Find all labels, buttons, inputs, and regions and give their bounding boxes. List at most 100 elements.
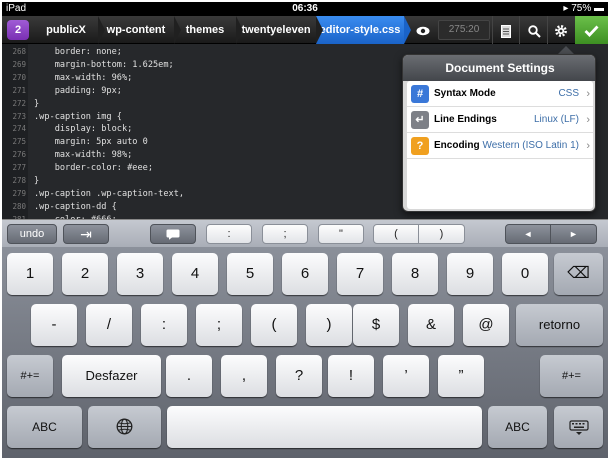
comment-icon [166, 229, 180, 240]
setting-label: Encoding [434, 140, 480, 151]
key-close-paren[interactable]: ) [306, 304, 352, 346]
eye-icon[interactable] [412, 16, 434, 44]
key-apostrophe[interactable]: ’ [383, 355, 429, 397]
setting-value: Linux (LF) [533, 114, 579, 125]
line-number: 268 [12, 47, 26, 56]
setting-row-line-endings[interactable]: ↵ Line Endings Linux (LF) › [407, 107, 593, 133]
ipad-screen: iPad 06:36 ▸ 75% ▬ 2 publicX wp-content … [2, 2, 608, 458]
return-key[interactable]: retorno [516, 304, 603, 346]
key-hyphen[interactable]: - [31, 304, 77, 346]
setting-row-syntax-mode[interactable]: # Syntax Mode CSS › [407, 81, 593, 107]
key-double-quote[interactable]: ” [438, 355, 484, 397]
chevron-right-icon: › [586, 114, 590, 126]
key-open-paren[interactable]: ( [251, 304, 297, 346]
globe-icon [116, 418, 133, 435]
line-number: 279 [12, 188, 26, 198]
code-text: border-color: #eee; [34, 163, 153, 174]
line-number: 277 [12, 163, 26, 173]
symbols-key-right[interactable]: #+= [540, 355, 603, 397]
quote-key[interactable]: " [318, 224, 364, 244]
undo-button[interactable]: undo [7, 224, 57, 244]
line-number: 269 [12, 59, 26, 69]
key-7[interactable]: 7 [337, 253, 383, 295]
line-number: 273 [12, 111, 26, 121]
chevron-right-icon: › [586, 88, 590, 100]
close-paren-key[interactable]: ) [419, 224, 465, 244]
document-settings-popover: Document Settings # Syntax Mode CSS › ↵ … [402, 54, 596, 212]
code-text: } [34, 98, 40, 109]
keyboard-accessory-bar: undo ⇥ : ; " ( ) ◄ ► [2, 219, 608, 247]
hash-icon: # [411, 85, 429, 103]
setting-row-encoding[interactable]: ? Encoding Western (ISO Latin 1) › [407, 133, 593, 159]
breadcrumb-current-file[interactable]: editor-style.css [316, 16, 411, 44]
snippet-button[interactable] [150, 224, 196, 244]
code-text: .wp-caption .wp-caption-text, [34, 188, 185, 199]
cursor-right-button[interactable]: ► [551, 224, 597, 244]
code-text: margin: 5px auto 0 [34, 137, 148, 148]
line-number: 278 [12, 176, 26, 185]
setting-value: Western (ISO Latin 1) [482, 140, 579, 151]
colon-key[interactable]: : [206, 224, 252, 244]
settings-list: # Syntax Mode CSS › ↵ Line Endings Linux… [407, 81, 593, 209]
key-5[interactable]: 5 [227, 253, 273, 295]
chevron-right-icon: › [586, 140, 590, 152]
key-8[interactable]: 8 [392, 253, 438, 295]
abc-key-right[interactable]: ABC [488, 406, 547, 448]
search-icon[interactable] [521, 16, 547, 44]
key-0[interactable]: 0 [502, 253, 548, 295]
files-badge-button[interactable]: 2 [7, 20, 29, 40]
key-period[interactable]: . [166, 355, 212, 397]
key-question[interactable]: ? [276, 355, 322, 397]
code-text: max-width: 96%; [34, 72, 133, 83]
undo-key[interactable]: Desfazer [62, 355, 161, 397]
battery-percent: 75% [571, 3, 592, 14]
popover-title: Document Settings [403, 55, 595, 81]
key-dollar[interactable]: $ [353, 304, 399, 346]
key-9[interactable]: 9 [447, 253, 493, 295]
breadcrumb-wp-content[interactable]: wp-content [98, 16, 181, 44]
cursor-position: 275:20 [438, 20, 490, 40]
key-4[interactable]: 4 [172, 253, 218, 295]
backspace-key[interactable]: ⌫ [554, 253, 603, 295]
key-6[interactable]: 6 [282, 253, 328, 295]
key-slash[interactable]: / [86, 304, 132, 346]
nav-bar: 2 publicX wp-content themes twentyeleven… [2, 16, 608, 44]
code-text: max-width: 98%; [34, 150, 133, 161]
open-paren-key[interactable]: ( [373, 224, 419, 244]
clock: 06:36 [292, 3, 318, 14]
breadcrumb-themes[interactable]: themes [174, 16, 243, 44]
key-2[interactable]: 2 [62, 253, 108, 295]
breadcrumb-publicx[interactable]: publicX [34, 16, 105, 44]
line-number: 275 [12, 137, 26, 147]
code-text: display: block; [34, 124, 133, 135]
code-text: .wp-caption img { [34, 111, 122, 122]
globe-key[interactable] [88, 406, 161, 448]
key-3[interactable]: 3 [117, 253, 163, 295]
space-bar[interactable] [167, 406, 482, 448]
key-at[interactable]: @ [463, 304, 509, 346]
key-ampersand[interactable]: & [408, 304, 454, 346]
question-icon: ? [411, 137, 429, 155]
setting-label: Line Endings [434, 114, 497, 125]
key-comma[interactable]: , [221, 355, 267, 397]
line-number: 271 [12, 85, 26, 95]
document-icon[interactable] [494, 16, 518, 44]
key-1[interactable]: 1 [7, 253, 53, 295]
return-icon: ↵ [411, 111, 429, 129]
symbols-key[interactable]: #+= [7, 355, 53, 397]
onscreen-keyboard: 1 2 3 4 5 6 7 8 9 0 ⌫ - / : ; ( ) $ & @ … [2, 247, 608, 458]
breadcrumb-twentyeleven[interactable]: twentyeleven [236, 16, 323, 44]
line-number: 280 [12, 201, 26, 211]
tab-key[interactable]: ⇥ [63, 224, 109, 244]
key-colon[interactable]: : [141, 304, 187, 346]
done-button[interactable] [575, 16, 608, 44]
key-semicolon[interactable]: ; [196, 304, 242, 346]
hide-keyboard-key[interactable] [554, 406, 603, 448]
key-exclamation[interactable]: ! [328, 355, 374, 397]
semicolon-key[interactable]: ; [262, 224, 308, 244]
gear-icon[interactable] [549, 16, 573, 44]
code-text: border: none; [34, 47, 122, 57]
abc-key-left[interactable]: ABC [7, 406, 82, 448]
cursor-left-button[interactable]: ◄ [505, 224, 551, 244]
setting-value: CSS [558, 88, 579, 99]
